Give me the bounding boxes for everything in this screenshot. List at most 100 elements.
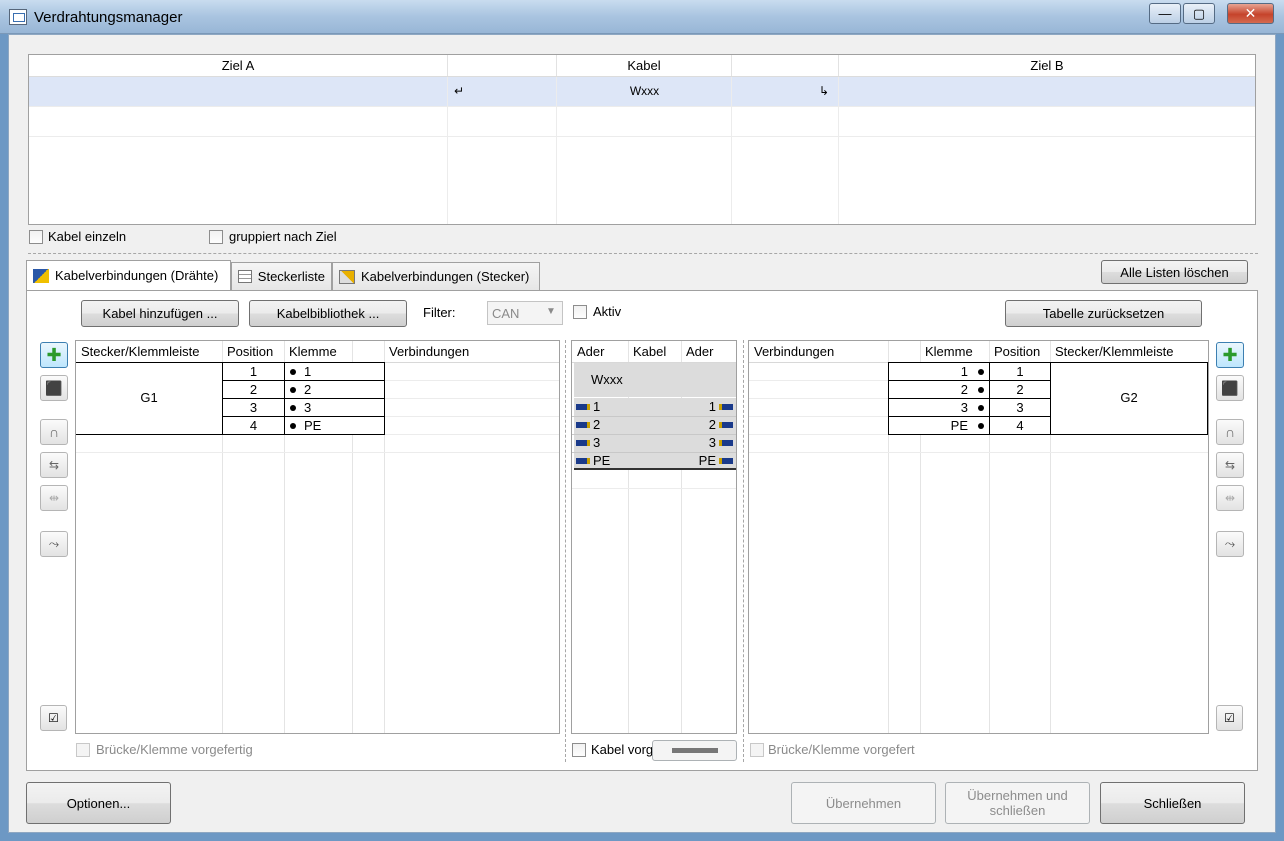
tab-kabelverbindungen-draehte[interactable]: Kabelverbindungen (Drähte)	[26, 260, 231, 290]
disconnect-left-button[interactable]: ⇹	[40, 485, 68, 511]
tab-steckerliste[interactable]: Steckerliste	[231, 262, 332, 290]
bridge-left-button[interactable]: ∩	[40, 419, 68, 445]
col-header-kabel[interactable]: Kabel	[557, 55, 732, 77]
row-divider	[29, 136, 1255, 137]
check-all-left-button[interactable]: ☑	[40, 705, 67, 731]
col-header-blank[interactable]	[732, 55, 839, 77]
check-all-right-button[interactable]: ☑	[1216, 705, 1243, 731]
connect-right-button[interactable]: ⇆	[1216, 452, 1244, 478]
col-header-blank[interactable]	[352, 341, 384, 362]
wire-left-value[interactable]: 1	[593, 399, 600, 414]
terminal-dot-icon	[290, 405, 296, 411]
aktiv-checkbox[interactable]	[573, 305, 587, 319]
position-cell[interactable]: 4	[989, 416, 1051, 435]
wire-right-value[interactable]: 2	[682, 417, 716, 432]
col-header-ziel-b[interactable]: Ziel B	[839, 55, 1255, 77]
add-cable-left-button[interactable]: ✚	[40, 342, 68, 368]
uebernehmen-button[interactable]: Übernehmen	[791, 782, 936, 824]
col-header-position[interactable]: Position	[989, 341, 1050, 362]
klemme-cell[interactable]: PE	[888, 416, 990, 435]
device-name: G2	[1120, 390, 1138, 405]
col-header-verbindungen[interactable]: Verbindungen	[749, 341, 888, 362]
wire-right-value[interactable]: 1	[682, 399, 716, 414]
wire-left-value[interactable]: PE	[593, 453, 610, 468]
bruecke-right-checkbox[interactable]	[750, 743, 764, 757]
tab-kabelverbindungen-stecker[interactable]: Kabelverbindungen (Stecker)	[332, 262, 540, 290]
close-window-button[interactable]: ✕	[1227, 3, 1274, 24]
klemme-cell[interactable]: 2	[284, 380, 385, 399]
cable-overview-table[interactable]: Ziel A Kabel Ziel B ↵ Wxxx ↳	[28, 54, 1256, 225]
filter-select[interactable]: CAN ▼	[487, 301, 563, 325]
disconnect-right-button[interactable]: ⇹	[1216, 485, 1244, 511]
schliessen-button[interactable]: Schließen	[1100, 782, 1245, 824]
col-header-stecker[interactable]: Stecker/Klemmleiste	[76, 341, 222, 362]
wire-right-value[interactable]: PE	[682, 453, 716, 468]
col-header-ziel-a[interactable]: Ziel A	[29, 55, 448, 77]
cable-preview-button[interactable]	[652, 740, 737, 761]
bridge-right-button[interactable]: ∩	[1216, 419, 1244, 445]
col-header-blank[interactable]	[448, 55, 557, 77]
device-cell[interactable]: G2	[1050, 362, 1208, 435]
col-header-position[interactable]: Position	[222, 341, 284, 362]
position-cell[interactable]: 3	[989, 398, 1051, 417]
middle-cable-grid[interactable]: Ader Kabel Ader Wxxx 1 1 2 2 3 3 PE PE	[571, 340, 737, 734]
kabelbibliothek-button[interactable]: Kabelbibliothek ...	[249, 300, 407, 327]
wire-plug-icon	[576, 440, 590, 446]
klemme-cell[interactable]: 3	[284, 398, 385, 417]
bruecke-left-checkbox[interactable]	[76, 743, 90, 757]
left-connection-grid[interactable]: Stecker/Klemmleiste Position Klemme Verb…	[75, 340, 560, 734]
minimize-button[interactable]: —	[1149, 3, 1181, 24]
remove-cable-right-button[interactable]: ⬛	[1216, 375, 1244, 401]
splitter-right[interactable]	[743, 340, 744, 762]
tabelle-zuruecksetzen-button[interactable]: Tabelle zurücksetzen	[1005, 300, 1202, 327]
connect-left-button[interactable]: ⇆	[40, 452, 68, 478]
table-icon	[238, 270, 252, 283]
position-cell[interactable]: 1	[222, 362, 285, 381]
klemme-cell[interactable]: 1	[284, 362, 385, 381]
optionen-button[interactable]: Optionen...	[26, 782, 171, 824]
klemme-cell[interactable]: 3	[888, 398, 990, 417]
klemme-cell[interactable]: 2	[888, 380, 990, 399]
uebernehmen-schliessen-button[interactable]: Übernehmen und schließen	[945, 782, 1090, 824]
col-header-ader-left[interactable]: Ader	[572, 341, 628, 362]
position-cell[interactable]: 1	[989, 362, 1051, 381]
col-header-klemme[interactable]: Klemme	[920, 341, 989, 362]
klemme-cell[interactable]: 1	[888, 362, 990, 381]
wire-plug-icon	[576, 458, 590, 464]
device-cell[interactable]: G1	[76, 362, 223, 435]
position-cell[interactable]: 4	[222, 416, 285, 435]
kabel-vorgefertigt-checkbox[interactable]	[572, 743, 586, 757]
position-cell[interactable]: 2	[989, 380, 1051, 399]
gruppiert-checkbox[interactable]	[209, 230, 223, 244]
disconnect-icon: ⇹	[48, 491, 60, 505]
klemme-value: 3	[304, 400, 312, 415]
filter-value: CAN	[492, 306, 520, 321]
splitter-left[interactable]	[565, 340, 566, 762]
position-value: 4	[1016, 418, 1024, 433]
position-cell[interactable]: 3	[222, 398, 285, 417]
cable-block[interactable]: Wxxx	[574, 363, 736, 397]
wire-left-value[interactable]: 3	[593, 435, 600, 450]
auto-wire-right-button[interactable]: ⤳	[1216, 531, 1244, 557]
alle-listen-loeschen-button[interactable]: Alle Listen löschen	[1101, 260, 1248, 284]
right-connection-grid[interactable]: Verbindungen Klemme Position Stecker/Kle…	[748, 340, 1209, 734]
wire-left-value[interactable]: 2	[593, 417, 600, 432]
add-cable-right-button[interactable]: ✚	[1216, 342, 1244, 368]
col-header-stecker[interactable]: Stecker/Klemmleiste	[1050, 341, 1208, 362]
col-header-verbindungen[interactable]: Verbindungen	[384, 341, 559, 362]
kabel-hinzufuegen-button[interactable]: Kabel hinzufügen ...	[81, 300, 239, 327]
kabel-einzeln-checkbox[interactable]	[29, 230, 43, 244]
col-header-klemme[interactable]: Klemme	[284, 341, 352, 362]
col-header-ader-right[interactable]: Ader	[681, 341, 736, 362]
col-header-kabel[interactable]: Kabel	[628, 341, 681, 362]
splitter[interactable]	[28, 253, 1258, 254]
cable-name-cell[interactable]: Wxxx	[557, 84, 732, 98]
remove-cable-left-button[interactable]: ⬛	[40, 375, 68, 401]
wire-right-value[interactable]: 3	[682, 435, 716, 450]
position-cell[interactable]: 2	[222, 380, 285, 399]
tab-label: Kabelverbindungen (Stecker)	[361, 269, 530, 284]
target-b-arrow-icon: ↳	[819, 84, 830, 98]
auto-wire-left-button[interactable]: ⤳	[40, 531, 68, 557]
maximize-button[interactable]: ▢	[1183, 3, 1215, 24]
klemme-cell[interactable]: PE	[284, 416, 385, 435]
